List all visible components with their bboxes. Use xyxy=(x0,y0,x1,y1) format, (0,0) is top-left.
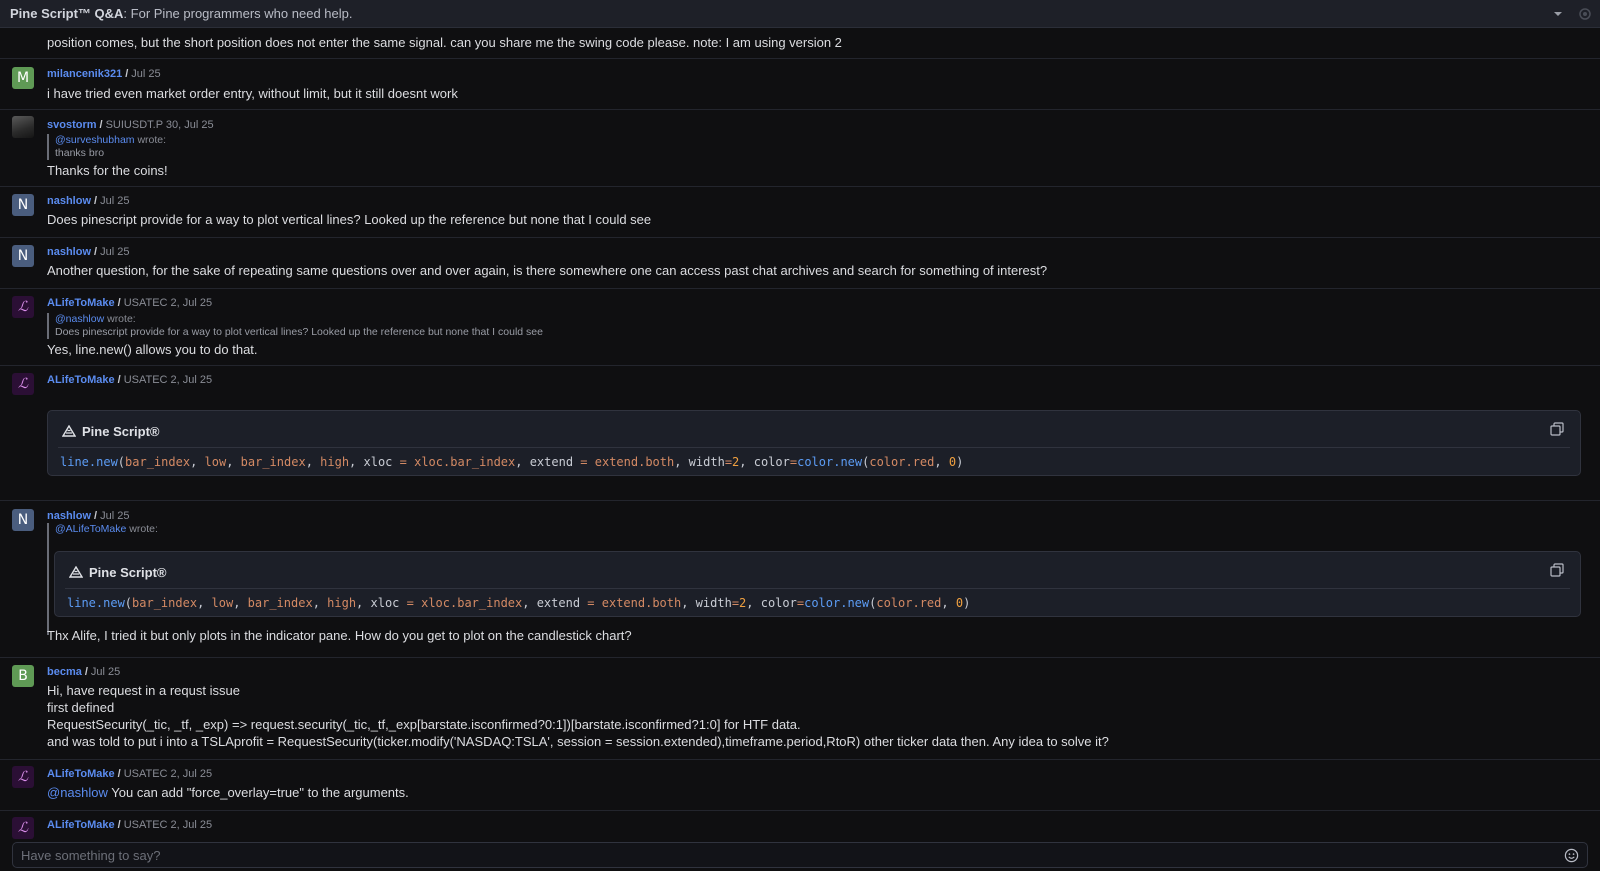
message-meta: ALifeToMake / USATEC 2, Jul 25 xyxy=(47,819,213,831)
chat-header[interactable]: Pine Script™ Q&A: For Pine programmers w… xyxy=(0,0,1600,28)
message-meta: ALifeToMake / USATEC 2, Jul 25 xyxy=(47,297,213,309)
code-block-header: Pine Script® xyxy=(69,562,167,582)
message: ℒ ALifeToMake / USATEC 2, Jul 25 @nashlow … xyxy=(0,760,1600,811)
message: N nashlow / Jul 25 Does pinescript provide… xyxy=(0,187,1600,238)
avatar[interactable]: B xyxy=(12,665,34,687)
message-text-line: and was told to put i into a TSLAprofit … xyxy=(47,734,1109,749)
message-composer[interactable] xyxy=(12,842,1588,868)
username-link[interactable]: ALifeToMake xyxy=(47,374,115,386)
gear-icon[interactable] xyxy=(1578,7,1592,21)
copy-icon[interactable] xyxy=(1550,422,1564,436)
message-text: Yes, line.new() allows you to do that. xyxy=(47,342,258,357)
avatar-alifetomake-logo[interactable]: ℒ xyxy=(12,766,34,788)
message: ℒ ALifeToMake / USATEC 2, Jul 25 xyxy=(0,811,1600,840)
quote-mention-link[interactable]: @surveshubham xyxy=(55,134,135,146)
message-text: i have tried even market order entry, wi… xyxy=(47,86,458,101)
copy-icon[interactable] xyxy=(1550,563,1564,577)
pine-logo-icon xyxy=(62,425,76,437)
message: position comes, but the short position d… xyxy=(0,28,1600,59)
code-line: line.new(bar_index, low, bar_index, high… xyxy=(60,455,964,469)
username-link[interactable]: nashlow xyxy=(47,195,91,207)
username-link[interactable]: nashlow xyxy=(47,246,91,258)
username-link[interactable]: nashlow xyxy=(47,510,91,522)
message-text-line: RequestSecurity(_tic, _tf, _exp) => requ… xyxy=(47,717,801,732)
quote-bar xyxy=(47,523,49,635)
avatar[interactable]: M xyxy=(12,67,34,89)
message-meta: milancenik321/Jul 25 xyxy=(47,68,161,80)
message-meta: nashlow / Jul 25 xyxy=(47,195,130,207)
avatar-alifetomake-logo[interactable]: ℒ xyxy=(12,296,34,318)
message-feed[interactable]: position comes, but the short position d… xyxy=(0,28,1600,840)
emoji-icon[interactable] xyxy=(1564,848,1579,863)
quoted-reply: @surveshubham wrote: thanks bro xyxy=(47,134,166,160)
avatar[interactable] xyxy=(12,116,34,138)
chat-title: Pine Script™ Q&A: For Pine programmers w… xyxy=(10,6,353,21)
message: N nashlow / Jul 25 @ALifeToMake wrote: Pin… xyxy=(0,501,1600,658)
username-link[interactable]: ALifeToMake xyxy=(47,819,115,831)
message-meta: becma / Jul 25 xyxy=(47,666,121,678)
message: svostorm / SUIUSDT.P 30, Jul 25 @surveshub… xyxy=(0,110,1600,187)
message-meta: ALifeToMake / USATEC 2, Jul 25 xyxy=(47,768,213,780)
message-text: Thx Alife, I tried it but only plots in … xyxy=(47,628,632,643)
message-text-line: Hi, have request in a requst issue xyxy=(47,683,240,698)
message: M milancenik321/Jul 25 i have tried even… xyxy=(0,59,1600,110)
message-meta: ALifeToMake / USATEC 2, Jul 25 xyxy=(47,374,213,386)
avatar[interactable]: N xyxy=(12,194,34,216)
code-language-label: Pine Script® xyxy=(89,564,167,580)
message: B becma / Jul 25 Hi, have request in a req… xyxy=(0,658,1600,760)
avatar[interactable]: N xyxy=(12,245,34,267)
username-link[interactable]: becma xyxy=(47,666,82,678)
quoted-reply: @nashlow wrote: Does pinescript provide … xyxy=(47,313,543,339)
message-meta: svostorm / SUIUSDT.P 30, Jul 25 xyxy=(47,119,214,131)
message-text: @nashlow You can add "force_overlay=true… xyxy=(47,785,409,800)
code-block-header: Pine Script® xyxy=(62,421,160,441)
chevron-down-icon[interactable] xyxy=(1552,8,1564,20)
mention-link[interactable]: @nashlow xyxy=(47,785,108,800)
message: N nashlow / Jul 25 Another question, for t… xyxy=(0,238,1600,289)
avatar-alifetomake-logo[interactable]: ℒ xyxy=(12,373,34,395)
message-text: Does pinescript provide for a way to plo… xyxy=(47,212,652,227)
message-text-line: first defined xyxy=(47,700,115,715)
code-block: Pine Script® line.new(bar_index, low, ba… xyxy=(47,410,1581,476)
message: ℒ ALifeToMake / USATEC 2, Jul 25 Pine Scri… xyxy=(0,366,1600,501)
quote-mention-link[interactable]: @nashlow xyxy=(55,313,104,325)
code-block: Pine Script® line.new(bar_index, low, ba… xyxy=(54,551,1581,617)
quote-mention-link[interactable]: @ALifeToMake xyxy=(55,523,126,535)
avatar[interactable]: N xyxy=(12,509,34,531)
message-text: Thanks for the coins! xyxy=(47,163,168,178)
message-input[interactable] xyxy=(13,843,1553,867)
quoted-reply: @ALifeToMake wrote: xyxy=(55,523,158,535)
message-text: Another question, for the sake of repeat… xyxy=(47,263,1048,278)
username-link[interactable]: milancenik321 xyxy=(47,68,122,80)
message-meta: nashlow / Jul 25 xyxy=(47,510,130,522)
username-link[interactable]: ALifeToMake xyxy=(47,297,115,309)
username-link[interactable]: svostorm xyxy=(47,119,97,131)
message-meta: nashlow / Jul 25 xyxy=(47,246,130,258)
message: ℒ ALifeToMake / USATEC 2, Jul 25 @nashlow … xyxy=(0,289,1600,366)
code-language-label: Pine Script® xyxy=(82,423,160,439)
pine-logo-icon xyxy=(69,566,83,578)
username-link[interactable]: ALifeToMake xyxy=(47,768,115,780)
message-text: position comes, but the short position d… xyxy=(47,35,842,50)
avatar-alifetomake-logo[interactable]: ℒ xyxy=(12,817,34,839)
code-line: line.new(bar_index, low, bar_index, high… xyxy=(67,596,971,610)
